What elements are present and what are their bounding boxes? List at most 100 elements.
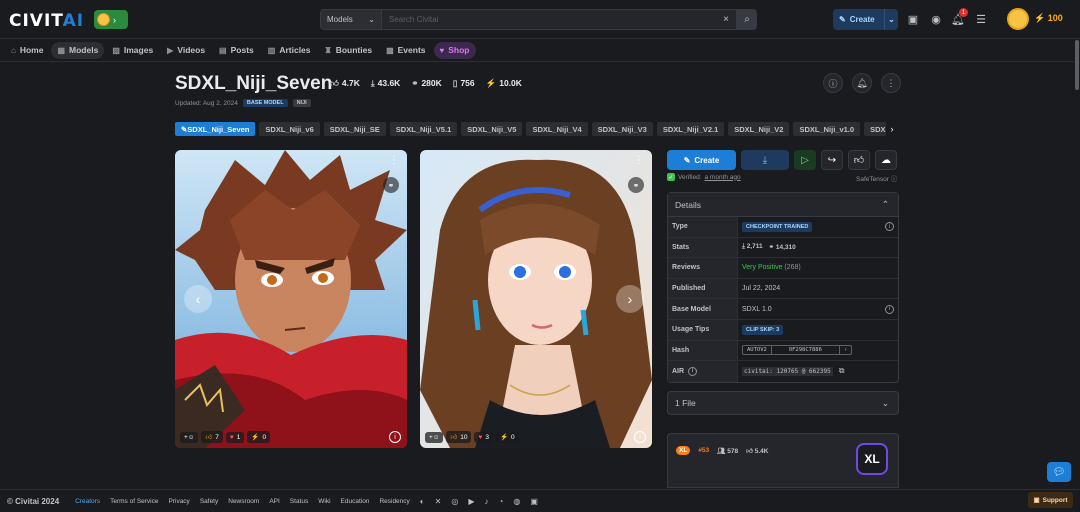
heart-reaction[interactable]: ♥ 3	[474, 431, 493, 443]
info-icon[interactable]: i	[885, 304, 894, 314]
clear-icon[interactable]: ×	[723, 14, 729, 25]
previous-image-button[interactable]: ‹	[184, 285, 212, 313]
civitai-logo[interactable]: CIVITAI	[9, 11, 84, 31]
version-tab[interactable]: SDXL_Niji_V5	[461, 122, 523, 136]
twitch-icon[interactable]: ▣	[530, 497, 538, 506]
version-tab[interactable]: SDXL_Niji_v6	[259, 122, 320, 136]
play-button[interactable]: ▷	[794, 150, 816, 170]
share-button[interactable]: ↪	[821, 150, 843, 170]
user-emoji-button[interactable]: ›	[94, 10, 128, 29]
search-category-select[interactable]: Models ⌄	[320, 9, 382, 30]
heart-reaction[interactable]: ♥ 1	[225, 431, 245, 443]
github-icon[interactable]: ◍	[513, 497, 520, 506]
footer-link-wiki[interactable]: Wiki	[318, 498, 330, 505]
title-actions: ⓘ 🔔︎ ⋮	[823, 73, 901, 93]
tiktok-icon[interactable]: ♪	[484, 497, 488, 506]
version-tab[interactable]: SDXL_Niji_V2.1	[656, 122, 725, 136]
footer-link-safety[interactable]: Safety	[200, 498, 218, 505]
chevron-right-icon[interactable]: ›	[886, 122, 898, 136]
version-tab[interactable]: SDXL_Niji_V4	[526, 122, 588, 136]
like-reaction[interactable]: 👍︎ 7	[201, 431, 223, 443]
stats-generations: 14,310	[775, 244, 796, 252]
image-menu-icon[interactable]: ⋮	[389, 155, 399, 166]
home-icon: ⌂	[11, 45, 16, 55]
image-info-icon[interactable]: i	[389, 431, 401, 443]
version-tab[interactable]: ✎ SDXL_Niji_Seven	[175, 122, 256, 136]
version-tab[interactable]: SDXL_Niji_V3	[591, 122, 653, 136]
footer-link-privacy[interactable]: Privacy	[169, 498, 190, 505]
chat-icon[interactable]: ☰	[974, 12, 988, 26]
support-button[interactable]: ▣ Support	[1028, 492, 1073, 508]
notify-button[interactable]: 🔔︎	[852, 73, 872, 93]
info-icon[interactable]: ⓘ	[891, 176, 898, 183]
buzz-reaction[interactable]: ⚡ 0	[495, 431, 519, 443]
version-tab[interactable]: SDXL_Niji_v1.0	[793, 122, 861, 136]
footer-link-creators[interactable]: Creators	[75, 498, 100, 505]
nav-item-models[interactable]: ▦ Models	[51, 41, 105, 59]
scrollbar-thumb[interactable]	[1075, 40, 1079, 90]
link-icon[interactable]: ⚭	[383, 177, 399, 193]
discord-icon[interactable]: ◐	[420, 497, 425, 506]
buzz-reaction[interactable]: ⚡ 0	[247, 431, 271, 443]
files-accordion[interactable]: 1 File ⌄	[667, 391, 899, 415]
chevron-down-icon[interactable]: ⌄	[884, 9, 898, 30]
info-button[interactable]: ⓘ	[823, 73, 843, 93]
image-menu-icon[interactable]: ⋮	[634, 155, 644, 166]
nav-item-bounties[interactable]: ♜ Bounties	[319, 42, 379, 59]
info-icon[interactable]: i	[687, 366, 697, 376]
page-scrollbar[interactable]	[1074, 40, 1080, 489]
niji-tag[interactable]: NIJI	[292, 99, 311, 107]
footer-link-api[interactable]: API	[269, 498, 279, 505]
nav-item-articles[interactable]: ▥ Articles	[262, 42, 317, 59]
page-footer: © Civitai 2024 Creators Terms of Service P…	[0, 489, 1080, 512]
x-icon[interactable]: ✕	[435, 497, 442, 506]
cloud-button[interactable]: ☁	[875, 150, 897, 170]
footer-link-residency[interactable]: Residency	[379, 498, 409, 505]
nav-item-posts[interactable]: ▤ Posts	[213, 42, 260, 59]
nav-item-videos[interactable]: ▶ Videos	[161, 42, 211, 59]
footer-link-terms-of-service[interactable]: Terms of Service	[110, 498, 158, 505]
search-input[interactable]: Search Civitai ×	[382, 9, 737, 30]
verified-time[interactable]: a month ago	[705, 174, 741, 181]
buzz-balance[interactable]: ⚡ 100	[1034, 13, 1063, 24]
nav-item-shop[interactable]: ♥ Shop	[433, 41, 476, 59]
youtube-icon[interactable]: ▶	[468, 497, 474, 506]
like-reaction[interactable]: 👍︎ 10	[446, 431, 472, 443]
link-icon[interactable]: ⚭	[628, 177, 644, 193]
create-button[interactable]: ✎ Create	[667, 150, 736, 170]
create-dropdown-button[interactable]: ✎ Create ⌄	[833, 9, 898, 30]
details-header[interactable]: Details ⌃	[668, 193, 898, 217]
nav-item-images[interactable]: ▨ Images	[106, 42, 159, 59]
instagram-icon[interactable]: ◎	[451, 497, 458, 506]
copy-icon[interactable]: ⧉	[839, 366, 845, 376]
chat-button[interactable]: 💬︎	[1047, 462, 1071, 482]
buzz-amount: 100	[1047, 13, 1063, 23]
nav-item-home[interactable]: ⌂ Home	[5, 42, 49, 59]
upload-icon[interactable]: ▣	[906, 12, 920, 26]
info-icon[interactable]: i	[885, 222, 894, 232]
download-button[interactable]: ⤓	[741, 150, 789, 170]
base-model-tag[interactable]: BASE MODEL	[242, 99, 288, 107]
eye-icon[interactable]: ◉	[929, 12, 943, 26]
version-tab[interactable]: SDXL_Niji_V5.1	[389, 122, 458, 136]
file-format: SafeTensor ⓘ	[856, 173, 897, 183]
reviews-value[interactable]: Very Positive	[742, 264, 782, 271]
add-reaction-button[interactable]: +☺	[425, 431, 444, 443]
version-tab[interactable]: SDXL_Niji_V2	[728, 122, 790, 136]
version-tab[interactable]: SDXL_Niji_SE	[323, 122, 386, 136]
search-button[interactable]: ⌕	[737, 9, 757, 30]
like-button[interactable]: 👍︎	[848, 150, 870, 170]
detail-label: AIR i	[668, 361, 738, 382]
footer-link-education[interactable]: Education	[341, 498, 370, 505]
articles-icon: ▥	[267, 45, 276, 55]
footer-link-newsroom[interactable]: Newsroom	[228, 498, 259, 505]
add-reaction-button[interactable]: +☺	[180, 431, 199, 443]
more-button[interactable]: ⋮	[881, 73, 901, 93]
hash-box[interactable]: AUTOV2 0F298C7886 ›	[742, 345, 853, 356]
footer-link-status[interactable]: Status	[290, 498, 308, 505]
user-avatar[interactable]	[1007, 8, 1029, 30]
image-info-icon[interactable]: i	[634, 431, 646, 443]
nav-item-events[interactable]: ▩ Events	[380, 42, 431, 59]
next-image-button[interactable]: ›	[616, 285, 644, 313]
reddit-icon[interactable]: ◔	[498, 497, 503, 506]
